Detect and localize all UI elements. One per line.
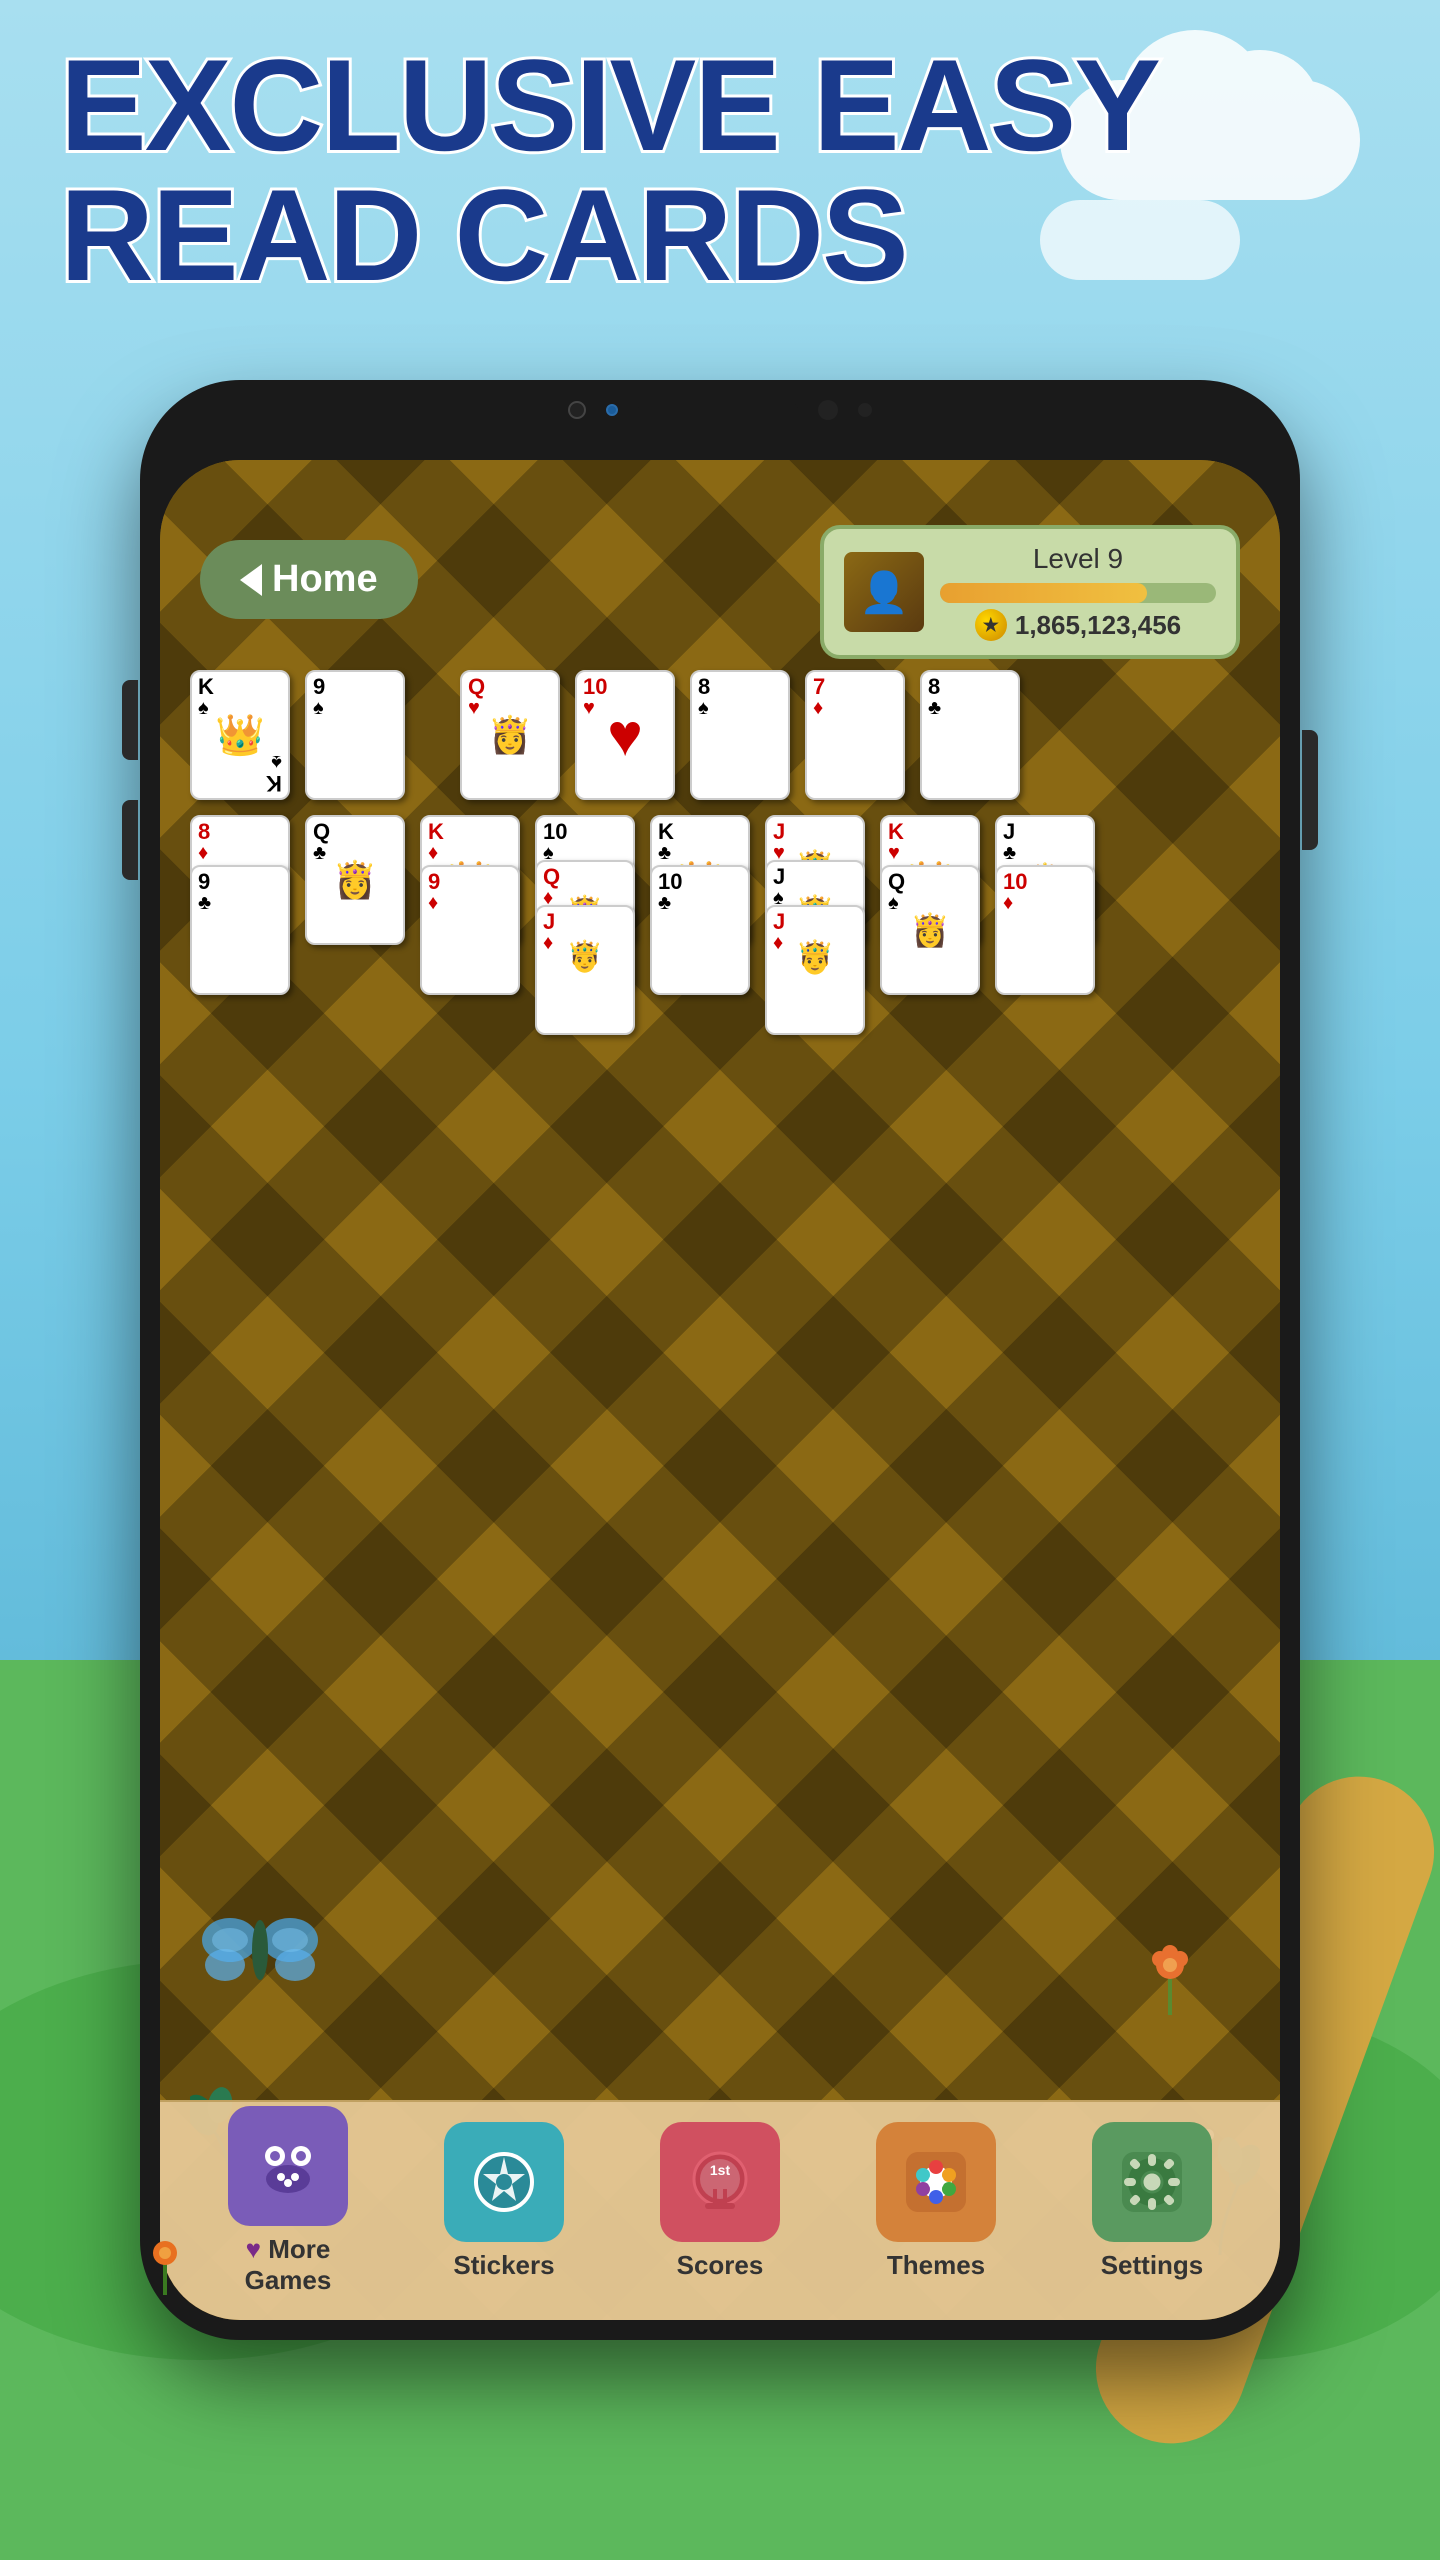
card-j-diamond-2[interactable]: J ♦ 🤴 xyxy=(765,905,865,1035)
more-games-label: ♥ MoreGames xyxy=(245,2234,332,2296)
card-k-spade[interactable]: K ♠ 👑 K ♠ xyxy=(190,670,290,800)
sensor xyxy=(818,400,838,420)
home-button-label: Home xyxy=(272,558,378,601)
svg-text:1st: 1st xyxy=(710,2162,731,2178)
bottom-navigation: ♥ MoreGames Stickers xyxy=(160,2100,1280,2320)
front-camera xyxy=(568,401,586,419)
card-7-diamond[interactable]: 7 ♦ xyxy=(805,670,905,800)
scores-label: Scores xyxy=(677,2250,764,2281)
sensor-2 xyxy=(858,403,872,417)
scores-icon: 1st xyxy=(660,2122,780,2242)
card-q-spade[interactable]: Q ♠ 👸 xyxy=(880,865,980,995)
coin-icon: ★ xyxy=(975,609,1007,641)
card-10-heart[interactable]: 10 ♥ ♥ xyxy=(575,670,675,800)
card-q-club[interactable]: Q ♣ 👸 xyxy=(305,815,405,945)
themes-label: Themes xyxy=(887,2250,985,2281)
nav-stickers[interactable]: Stickers xyxy=(444,2122,564,2281)
title-line2: READ CARDS xyxy=(60,170,1380,300)
card-8-spade[interactable]: 8 ♠ xyxy=(690,670,790,800)
stickers-icon xyxy=(444,2122,564,2242)
side-button-power xyxy=(1302,730,1318,850)
nav-settings[interactable]: Settings xyxy=(1092,2122,1212,2281)
flower-left xyxy=(140,2235,190,2300)
level-info: Level 9 ★ 1,865,123,456 xyxy=(940,543,1216,641)
player-avatar: 👤 xyxy=(844,552,924,632)
more-games-icon xyxy=(228,2106,348,2226)
level-progress-bar xyxy=(940,583,1216,603)
side-button-vol-up xyxy=(122,680,138,760)
card-9-club[interactable]: 9 ♣ xyxy=(190,865,290,995)
stickers-label: Stickers xyxy=(453,2250,554,2281)
title-line1: EXCLUSIVE EASY xyxy=(60,40,1380,170)
side-button-vol-down xyxy=(122,800,138,880)
flower-orange xyxy=(1140,1945,1200,2020)
home-button[interactable]: Home xyxy=(200,540,418,619)
card-j-diamond[interactable]: J ♦ 🤴 xyxy=(535,905,635,1035)
card-10-diamond[interactable]: 10 ♦ xyxy=(995,865,1095,995)
level-label: Level 9 xyxy=(940,543,1216,575)
level-bar: 👤 Level 9 ★ 1,865,123,456 xyxy=(820,525,1240,659)
card-q-heart[interactable]: Q ♥ 👸 xyxy=(460,670,560,800)
speaker-grille xyxy=(638,403,798,417)
themes-icon xyxy=(876,2122,996,2242)
phone-screen: Home 👤 Level 9 ★ 1,865,123,456 xyxy=(160,460,1280,2320)
nav-themes[interactable]: Themes xyxy=(876,2122,996,2281)
coins-value: 1,865,123,456 xyxy=(1015,610,1181,641)
level-progress-fill xyxy=(940,583,1147,603)
phone-frame: Home 👤 Level 9 ★ 1,865,123,456 xyxy=(140,380,1300,2340)
nav-scores[interactable]: 1st Scores xyxy=(660,2122,780,2281)
settings-icon xyxy=(1092,2122,1212,2242)
card-8-club[interactable]: 8 ♣ xyxy=(920,670,1020,800)
card-10-club[interactable]: 10 ♣ xyxy=(650,865,750,995)
nav-more-games[interactable]: ♥ MoreGames xyxy=(228,2106,348,2296)
butterfly-decoration xyxy=(200,1900,320,2000)
home-arrow-icon xyxy=(240,564,262,596)
main-title: EXCLUSIVE EASY READ CARDS xyxy=(60,40,1380,300)
settings-label: Settings xyxy=(1101,2250,1204,2281)
level-coins: ★ 1,865,123,456 xyxy=(940,609,1216,641)
card-9-spade[interactable]: 9 ♠ xyxy=(305,670,405,800)
front-camera-2 xyxy=(606,404,618,416)
card-9-diamond[interactable]: 9 ♦ xyxy=(420,865,520,995)
